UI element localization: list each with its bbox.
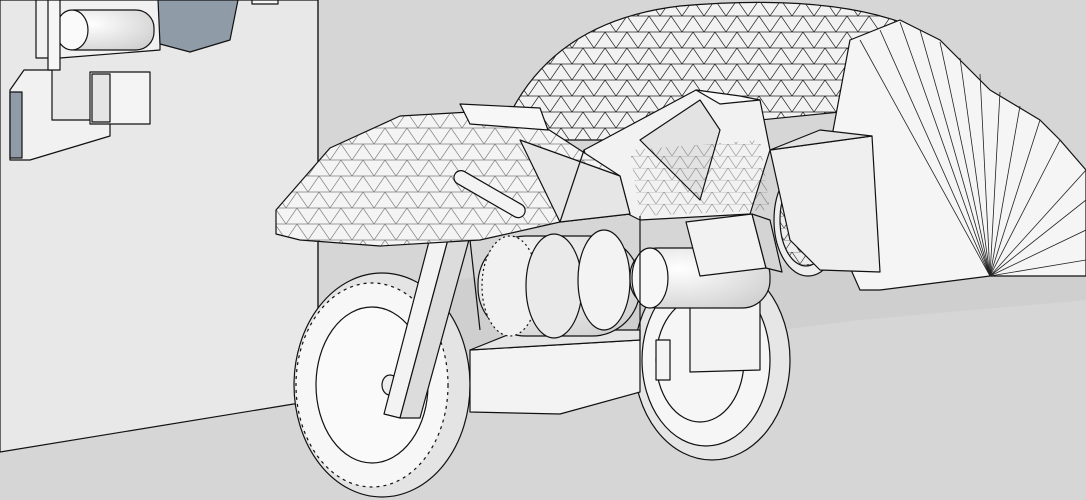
- model-canvas[interactable]: [0, 0, 1086, 500]
- wall: [0, 0, 319, 453]
- turbine-intake: [769, 129, 881, 277]
- 3d-viewport[interactable]: [0, 0, 1086, 500]
